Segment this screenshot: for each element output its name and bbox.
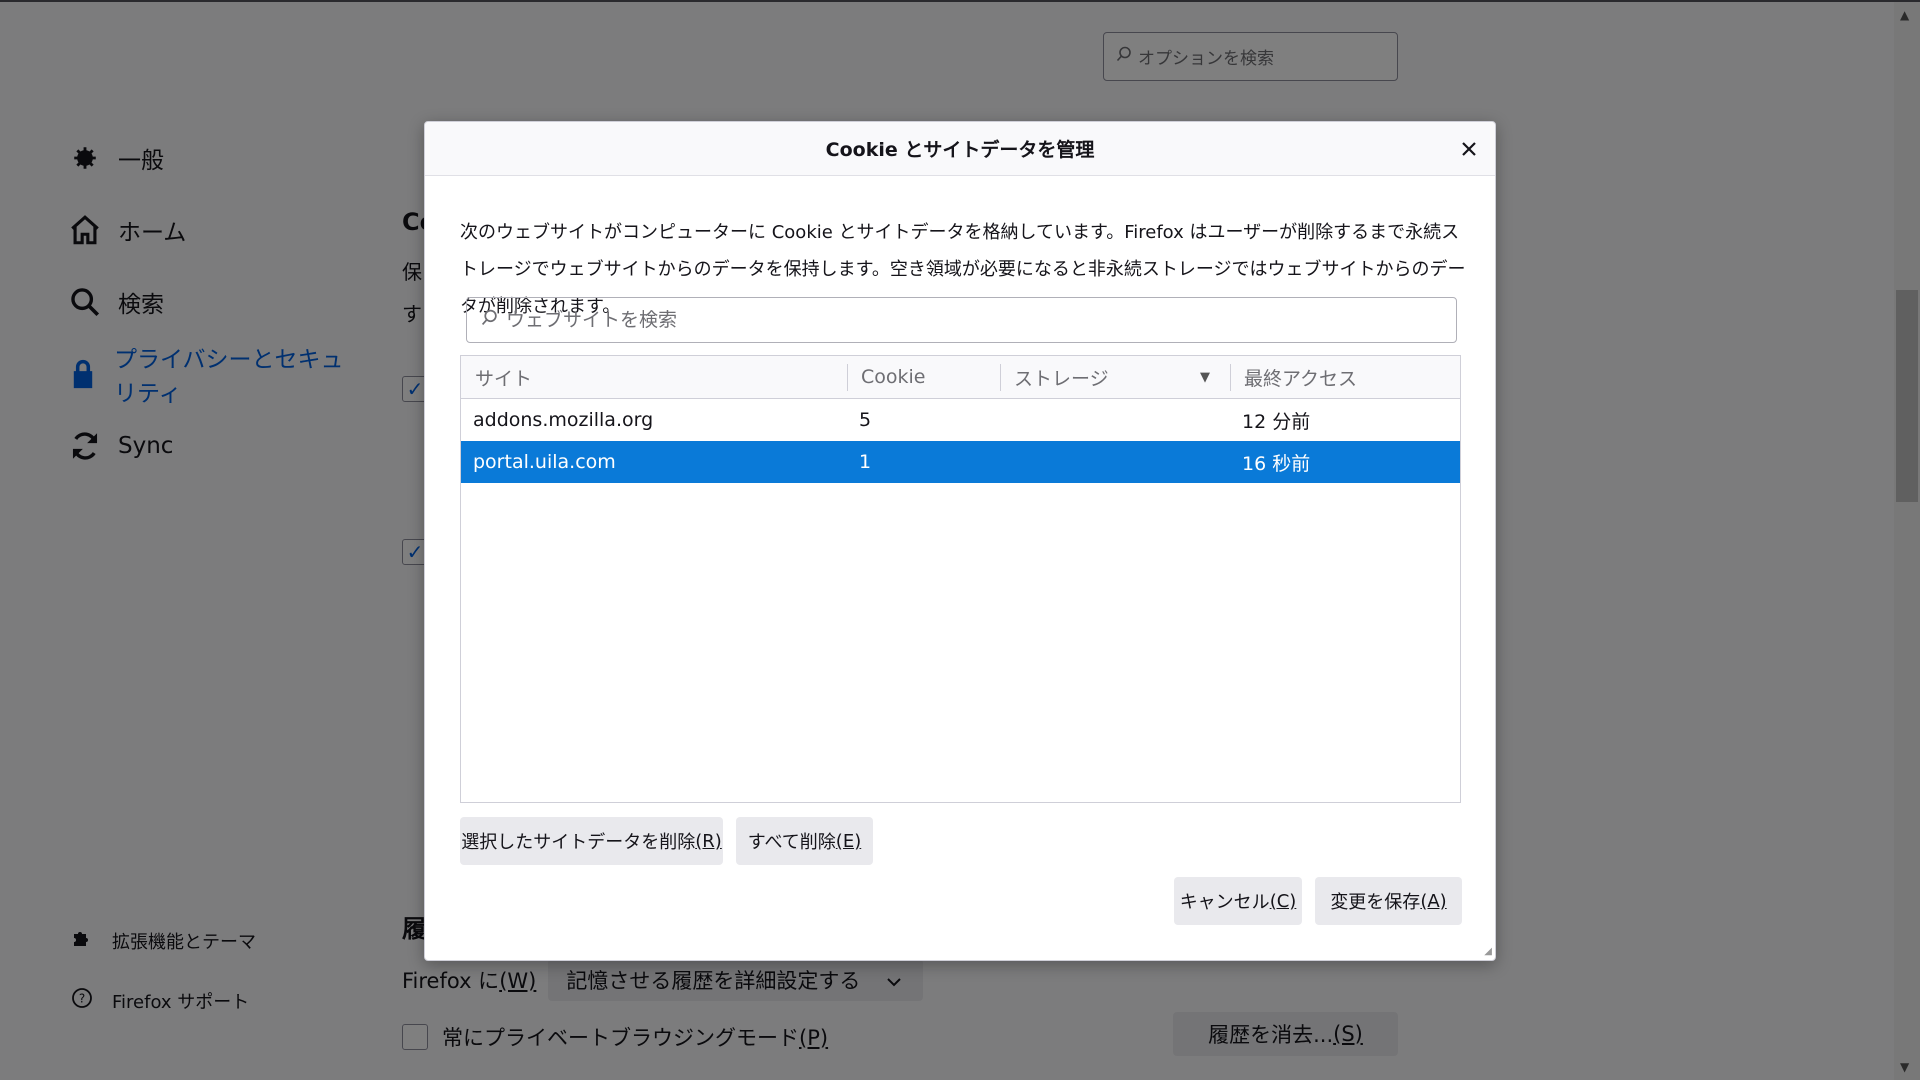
- column-header-site[interactable]: サイト: [461, 356, 847, 398]
- table-row[interactable]: addons.mozilla.org 5 12 分前: [461, 399, 1460, 441]
- resize-grip-icon[interactable]: ◢: [1484, 946, 1492, 957]
- table-row-selected[interactable]: portal.uila.com 1 16 秒前: [461, 441, 1460, 483]
- cancel-button[interactable]: キャンセル (C): [1174, 877, 1302, 925]
- website-search-box[interactable]: [466, 297, 1457, 343]
- cell-site: portal.uila.com: [473, 451, 616, 473]
- cell-last-access: 12 分前: [1242, 410, 1311, 433]
- column-header-cookie[interactable]: Cookie: [847, 356, 1000, 398]
- website-search-input[interactable]: [506, 309, 1456, 331]
- cell-site: addons.mozilla.org: [473, 409, 654, 431]
- cookie-manager-dialog: Cookie とサイトデータを管理 次のウェブサイトがコンピューターに Cook…: [424, 121, 1496, 961]
- close-icon: [1461, 135, 1477, 163]
- save-changes-button[interactable]: 変更を保存 (A): [1315, 877, 1462, 925]
- dialog-header: Cookie とサイトデータを管理: [425, 122, 1495, 176]
- site-data-table: サイト Cookie ストレージ ▼ 最終アクセス addons.mozilla…: [460, 355, 1461, 803]
- remove-all-button[interactable]: すべて削除 (E): [736, 817, 873, 865]
- close-button[interactable]: [1453, 133, 1485, 165]
- remove-selected-button[interactable]: 選択したサイトデータを削除 (R): [460, 817, 723, 865]
- cell-cookie: 5: [859, 409, 872, 431]
- column-header-storage[interactable]: ストレージ ▼: [1000, 356, 1230, 398]
- cell-cookie: 1: [859, 451, 872, 473]
- sort-descending-icon: ▼: [1200, 369, 1210, 385]
- cell-last-access: 16 秒前: [1242, 452, 1311, 475]
- search-icon: [481, 309, 498, 331]
- dialog-title: Cookie とサイトデータを管理: [825, 139, 1095, 161]
- column-header-last-access[interactable]: 最終アクセス: [1230, 356, 1460, 398]
- table-header: サイト Cookie ストレージ ▼ 最終アクセス: [461, 356, 1460, 399]
